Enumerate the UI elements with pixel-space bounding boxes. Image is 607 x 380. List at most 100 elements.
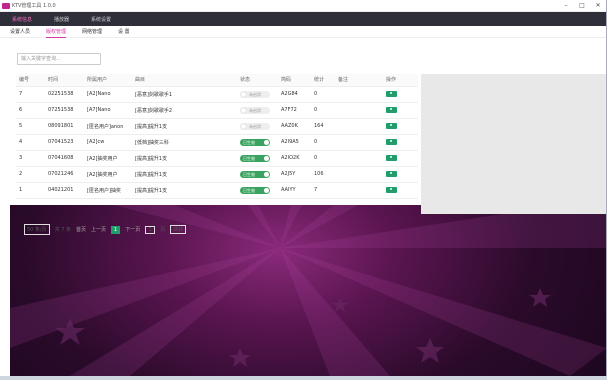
col-status[interactable]: 状态 (237, 74, 278, 87)
col-note[interactable]: 备注 (335, 74, 383, 87)
status-toggle[interactable]: 未启用 (240, 122, 270, 130)
cell-action (383, 150, 418, 167)
prev-page-button[interactable]: 上一页 (91, 226, 106, 233)
top-nav: 系统信息 播放器 系统设置 (0, 12, 606, 26)
cell-song: [提高]提升1支 (132, 150, 237, 167)
page-unit: 页 (160, 227, 166, 233)
cell-id: 1 (16, 182, 45, 199)
cell-note (335, 182, 383, 199)
cell-count: 0 (311, 134, 335, 151)
table-header-row: 编号 时间 所属用户 曲目 状态 简码 统计 备注 操作 (16, 74, 418, 87)
table-row[interactable]: 6 07251538 [A7]Nano [恶意]剑歌歌手2 未启用 A7F72 0 (16, 102, 418, 119)
status-toggle[interactable]: 已生效 (240, 186, 270, 194)
table-row[interactable]: 1 04021201 [匿名用户]抽奖 [提高]提升1支 已生效 AAIYY 7 (16, 182, 418, 199)
cell-time: 07251538 (45, 102, 84, 119)
cell-time: 07041608 (45, 150, 84, 167)
search-input[interactable]: 输入关键字查询... (17, 53, 101, 65)
cell-count: 7 (311, 182, 335, 199)
status-label: 已生效 (243, 171, 255, 177)
col-user[interactable]: 所属用户 (84, 74, 132, 87)
cell-status: 已生效 (237, 182, 278, 199)
toggle-knob (241, 91, 246, 97)
cell-count: 0 (311, 102, 335, 119)
next-page-button[interactable]: 下一页 (125, 226, 140, 233)
tab-settings[interactable]: 设 置 (118, 26, 130, 37)
cell-id: 3 (16, 150, 45, 167)
content-stage: 输入关键字查询... 编号 时间 所属用户 曲目 状态 简码 统计 备注 操作 (10, 48, 606, 376)
sub-nav: 设置人员 版权管理 网络管理 设 置 (0, 26, 606, 38)
edit-button[interactable] (386, 170, 397, 177)
toggle-knob (264, 187, 269, 193)
cell-code: A2IO2K (278, 150, 311, 167)
cell-code: AAIYY (278, 182, 311, 199)
pagination: 50 条/页 共 7 条 首页 上一页 1 下一页 1 页 跳转 (24, 224, 191, 235)
table-row[interactable]: 3 07041608 [A2]抽奖用户 [提高]提升1支 已生效 A2IO2K 0 (16, 150, 418, 167)
cell-song: [提高]提升1支 (132, 118, 237, 135)
table-row[interactable]: 4 07041523 [A2]cw [低档]抽奖三科 已生效 A2I9A5 0 (16, 134, 418, 151)
status-toggle[interactable]: 已生效 (240, 154, 270, 162)
cell-count: 164 (311, 118, 335, 135)
status-toggle[interactable]: 已生效 (240, 170, 270, 178)
cell-song: [恶意]剑歌歌手2 (132, 102, 237, 119)
edit-button[interactable] (386, 106, 397, 113)
desktop-strip (0, 376, 607, 380)
status-label: 已生效 (243, 155, 255, 161)
cell-user: [匿名用户]anon (84, 118, 132, 135)
toggle-knob (241, 107, 246, 113)
toggle-knob (264, 171, 269, 177)
close-button[interactable]: ✕ (590, 2, 606, 9)
edit-button[interactable] (386, 154, 397, 161)
maximize-button[interactable]: □ (574, 2, 590, 9)
cell-note (335, 166, 383, 183)
cell-action (383, 166, 418, 183)
status-label: 未启用 (249, 107, 261, 113)
goto-page-input[interactable]: 1 (145, 225, 156, 234)
col-count[interactable]: 统计 (311, 74, 335, 87)
edit-button[interactable] (386, 186, 397, 193)
cell-status: 未启用 (237, 118, 278, 135)
cell-song: [提高]提升1支 (132, 182, 237, 199)
cell-user: [A2]抽奖用户 (84, 150, 132, 167)
window-controls: – □ ✕ (558, 2, 606, 9)
table-row[interactable]: 7 02251538 [A2]Nano [恶意]剑歌歌手1 未启用 A2G84 0 (16, 86, 418, 103)
app-logo-icon (2, 2, 10, 9)
page-size-select[interactable]: 50 条/页 (24, 224, 50, 235)
col-time[interactable]: 时间 (45, 74, 84, 87)
cell-code: A2G84 (278, 86, 311, 103)
cell-note (335, 102, 383, 119)
edit-button[interactable] (386, 138, 397, 145)
cell-song: [提高]提升1支 (132, 166, 237, 183)
table-row[interactable]: 2 07021246 [A2]抽奖用户 [提高]提升1支 已生效 A2J5Y 106 (16, 166, 418, 183)
nav-player[interactable]: 播放器 (50, 12, 73, 27)
table-row[interactable]: 5 08091801 [匿名用户]anon [提高]提升1支 未启用 AAZ0K 164 (16, 118, 418, 135)
status-toggle[interactable]: 未启用 (240, 90, 270, 98)
status-label: 已生效 (243, 139, 255, 145)
minimize-button[interactable]: – (558, 2, 574, 9)
tab-personnel[interactable]: 设置人员 (10, 26, 30, 37)
app-window: KTV管理工具 1.0.0 – □ ✕ 系统信息 播放器 系统设置 设置人员 版… (0, 0, 607, 376)
status-toggle[interactable]: 未启用 (240, 106, 270, 114)
edit-button[interactable] (386, 90, 397, 97)
first-page-button[interactable]: 首页 (76, 226, 86, 233)
col-code[interactable]: 简码 (278, 74, 311, 87)
title-bar: KTV管理工具 1.0.0 – □ ✕ (0, 0, 606, 12)
list-panel: 输入关键字查询... 编号 时间 所属用户 曲目 状态 简码 统计 备注 操作 (10, 48, 606, 214)
edit-button[interactable] (386, 122, 397, 129)
tab-network[interactable]: 网络管理 (82, 26, 102, 37)
cell-user: [A2]Nano (84, 86, 132, 103)
cell-code: A7F72 (278, 102, 311, 119)
cell-status: 已生效 (237, 150, 278, 167)
current-page[interactable]: 1 (111, 225, 121, 234)
nav-system-settings[interactable]: 系统设置 (87, 12, 115, 27)
cell-note (335, 150, 383, 167)
status-toggle[interactable]: 已生效 (240, 138, 270, 146)
cell-song: [低档]抽奖三科 (132, 134, 237, 151)
col-song[interactable]: 曲目 (132, 74, 237, 87)
tab-copyright[interactable]: 版权管理 (46, 26, 67, 38)
goto-page-button[interactable]: 跳转 (170, 225, 187, 234)
col-id[interactable]: 编号 (16, 74, 45, 87)
cell-action (383, 118, 418, 135)
nav-system-info[interactable]: 系统信息 (8, 12, 36, 27)
cell-time: 07041523 (45, 134, 84, 151)
toggle-knob (241, 123, 246, 129)
